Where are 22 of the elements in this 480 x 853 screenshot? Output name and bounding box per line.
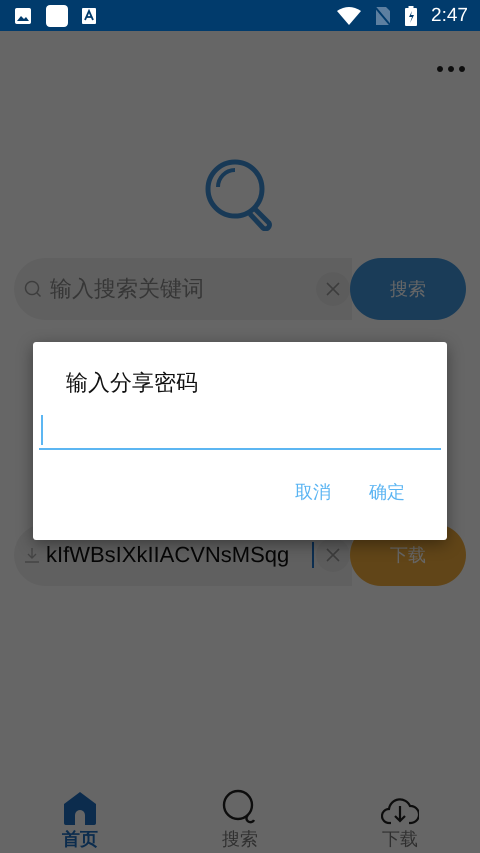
search-icon [222, 789, 258, 825]
more-icon[interactable] [436, 65, 466, 73]
close-icon [326, 282, 340, 296]
no-sim-icon [375, 6, 392, 26]
square-icon [46, 4, 68, 26]
password-field[interactable] [39, 412, 441, 450]
link-text: kIfWBsIXkIIACVNsMSqg [46, 542, 314, 568]
clear-button[interactable] [316, 538, 350, 572]
image-icon [14, 6, 32, 24]
status-time: 2:47 [431, 4, 468, 26]
dialog-title: 输入分享密码 [66, 370, 199, 398]
battery-icon [405, 6, 418, 26]
download-icon [24, 547, 40, 563]
font-icon [82, 8, 96, 24]
tab[interactable]: 首页 [0, 781, 160, 853]
cancel-button[interactable]: 取消 [283, 470, 343, 514]
close-icon [326, 548, 340, 562]
search-icon [24, 280, 42, 298]
confirm-button[interactable]: 确定 [357, 470, 417, 514]
wifi-icon [337, 6, 362, 24]
search-button[interactable]: 搜索 [350, 258, 466, 320]
home-icon [63, 791, 97, 825]
